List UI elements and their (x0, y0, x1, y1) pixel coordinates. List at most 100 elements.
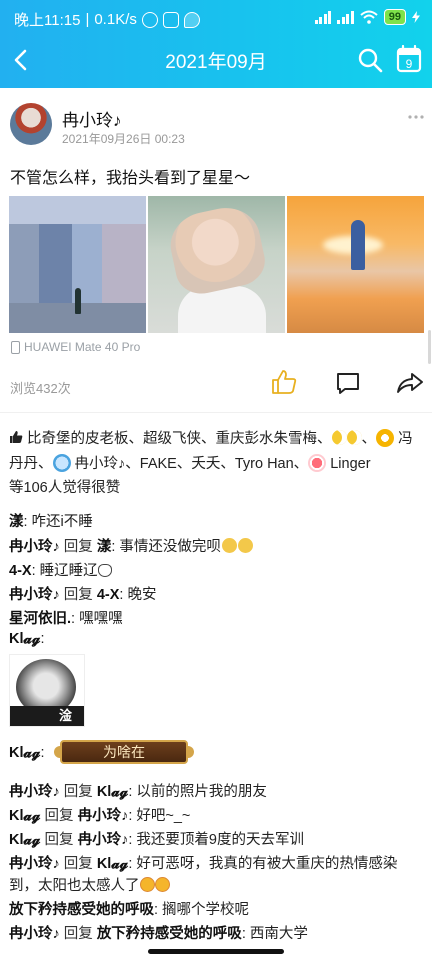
charging-icon (412, 11, 420, 23)
post-text: 不管怎么样，我抬头看到了星星～ (10, 170, 251, 187)
comment-author[interactable]: Kl𝓪𝓰 (9, 808, 41, 824)
comment-item[interactable]: Kl𝓪𝓰: (9, 745, 45, 761)
comment-text: : 睡辽睡辽 (31, 563, 98, 579)
likes-name-c[interactable]: 冉小玲♪、FAKE、夭夭、Tyro Han、 (75, 456, 309, 472)
comment-item[interactable]: Kl𝓪𝓰 回复 冉小玲♪: 我还要顶着9度的天去军训 (9, 828, 304, 849)
comment-author[interactable]: 星河依旧. (9, 611, 71, 627)
reply-label: 回复 (40, 808, 78, 824)
search-icon[interactable] (356, 46, 384, 74)
face-emoji-icon (97, 564, 112, 577)
comment-author[interactable]: 冉小玲♪ (9, 926, 60, 942)
comment-item[interactable]: 4-X: 睡辽睡辽 (9, 559, 112, 580)
like-icon[interactable] (270, 368, 298, 396)
comment-author[interactable]: 冉小玲♪ (9, 856, 60, 872)
more-options-icon[interactable] (406, 112, 426, 122)
laugh-emoji-icon (139, 877, 155, 892)
reply-label: 回复 (59, 587, 97, 603)
reply-target[interactable]: 冉小玲♪ (78, 808, 129, 824)
meme-sticker[interactable]: 淦 (9, 654, 85, 727)
comment-item[interactable]: 漾: 咋还i不睡 (9, 510, 93, 531)
status-net-speed: 0.1K/s (94, 11, 137, 28)
reply-target[interactable]: 冉小玲♪ (78, 832, 129, 848)
reply-target[interactable]: 漾 (97, 539, 112, 555)
comment-item[interactable]: 冉小玲♪ 回复 4-X: 晚安 (9, 583, 156, 604)
post-photo-3[interactable] (287, 196, 424, 333)
wifi-icon (360, 10, 378, 24)
emoji-icon (221, 538, 237, 553)
scrollbar[interactable] (428, 330, 431, 364)
status-left: 晚上11:15 | 0.1K/s (14, 9, 200, 30)
comment-text: : 好可恶呀，我真的有被大重庆的热情感染 (128, 856, 398, 872)
author-avatar[interactable] (10, 103, 52, 145)
battery-indicator: 99 (383, 9, 406, 25)
calendar-day: 9 (406, 57, 413, 71)
heart-avatar-icon (308, 453, 327, 472)
comment-text: : 西南大学 (241, 926, 308, 942)
comment-item[interactable]: Kl𝓪𝓰: (9, 631, 45, 647)
comment-text: : 好吧~_~ (128, 808, 191, 824)
status-time: 晚上11:15 (14, 12, 81, 29)
thumb-up-icon (10, 431, 23, 443)
reply-label: 回复 (40, 832, 78, 848)
comment-text: : 我还要顶着9度的天去军训 (128, 832, 304, 848)
comment-author[interactable]: Kl𝓪𝓰 (9, 832, 41, 848)
comment-author[interactable]: 4-X (9, 563, 32, 579)
shirt-avatar-icon (52, 453, 71, 472)
device-label: HUAWEI Mate 40 Pro (11, 340, 140, 354)
alarm-icon (141, 11, 158, 28)
moon-emoji-icon (331, 430, 347, 445)
phone-icon (11, 340, 20, 354)
signal-icon (314, 10, 332, 24)
likes-name-d[interactable]: Linger (330, 456, 370, 472)
reply-target[interactable]: Kl𝓪𝓰 (97, 856, 129, 872)
emoji-icon (237, 538, 253, 553)
reply-label: 回复 (59, 856, 97, 872)
sticker-caption: 淦 (58, 708, 72, 723)
status-divider: | (85, 11, 90, 28)
author-name[interactable]: 冉小玲♪ (62, 106, 122, 131)
device-name: HUAWEI Mate 40 Pro (24, 340, 141, 354)
comment-item[interactable]: Kl𝓪𝓰 回复 冉小玲♪: 好吧~_~ (9, 804, 190, 825)
post-timestamp: 2021年09月26日 00:23 (62, 132, 185, 146)
comment-icon[interactable] (335, 370, 361, 396)
reply-target[interactable]: 4-X (97, 587, 120, 603)
comment-author[interactable]: 放下矜持感受她的呼吸 (9, 902, 154, 918)
comment-author[interactable]: 冉小玲♪ (9, 539, 60, 555)
comment-author[interactable]: Kl𝓪𝓰 (9, 631, 41, 647)
reply-label: 回复 (59, 784, 97, 800)
comment-text: : 事情还没做完呗 (111, 539, 221, 555)
wechat-icon (183, 11, 200, 28)
moon-emoji-icon (346, 430, 362, 445)
comment-item[interactable]: 星河依旧.: 嘿嘿嘿 (9, 607, 123, 628)
reply-target[interactable]: Kl𝓪𝓰 (97, 784, 129, 800)
comment-text: : 晚安 (119, 587, 157, 603)
post-photo-2[interactable] (148, 196, 285, 333)
comment-item[interactable]: 冉小玲♪ 回复 放下矜持感受她的呼吸: 西南大学 (9, 922, 308, 943)
comment-text: 到，太阳也太感人了 (9, 878, 140, 894)
header: 2021年09月 9 (0, 40, 432, 80)
likes-names-a[interactable]: 比奇堡的皮老板、超级飞侠、重庆彭水朱雪梅、 (27, 431, 332, 447)
calendar-icon[interactable]: 9 (396, 45, 422, 73)
likes-section: 比奇堡的皮老板、超级飞侠、重庆彭水朱雪梅、、 冯丹丹、 冉小玲♪、FAKE、夭夭… (9, 427, 421, 501)
comment-author[interactable]: Kl𝓪𝓰 (9, 745, 41, 761)
status-bar: 晚上11:15 | 0.1K/s 99 (0, 0, 432, 40)
share-icon[interactable] (396, 371, 424, 395)
qq-icon (162, 11, 179, 28)
post-photo-1[interactable] (9, 196, 146, 333)
likes-summary[interactable]: 等106人觉得很赞 (9, 480, 120, 496)
comment-author[interactable]: 漾 (9, 514, 24, 530)
comment-item[interactable]: 放下矜持感受她的呼吸: 搁哪个学校呢 (9, 898, 249, 919)
comment-item[interactable]: 冉小玲♪ 回复 漾: 事情还没做完呗 (9, 535, 253, 556)
comment-item[interactable]: 冉小玲♪ 回复 Kl𝓪𝓰: 以前的照片我的朋友 (9, 780, 267, 801)
reply-label: 回复 (59, 926, 97, 942)
reply-target[interactable]: 放下矜持感受她的呼吸 (97, 926, 242, 942)
gold-banner-sticker[interactable]: 为啥在 (54, 740, 194, 764)
comment-item[interactable]: 冉小玲♪ 回复 Kl𝓪𝓰: 好可恶呀，我真的有被大重庆的热情感染 (9, 852, 397, 873)
comment-author[interactable]: 冉小玲♪ (9, 587, 60, 603)
home-indicator[interactable] (148, 949, 284, 954)
comment-text: : (40, 631, 45, 647)
comment-author[interactable]: 冉小玲♪ (9, 784, 60, 800)
view-count: 浏览432次 (10, 381, 71, 396)
comment-continuation: 到，太阳也太感人了 (9, 874, 170, 895)
laugh-emoji-icon (154, 877, 170, 892)
